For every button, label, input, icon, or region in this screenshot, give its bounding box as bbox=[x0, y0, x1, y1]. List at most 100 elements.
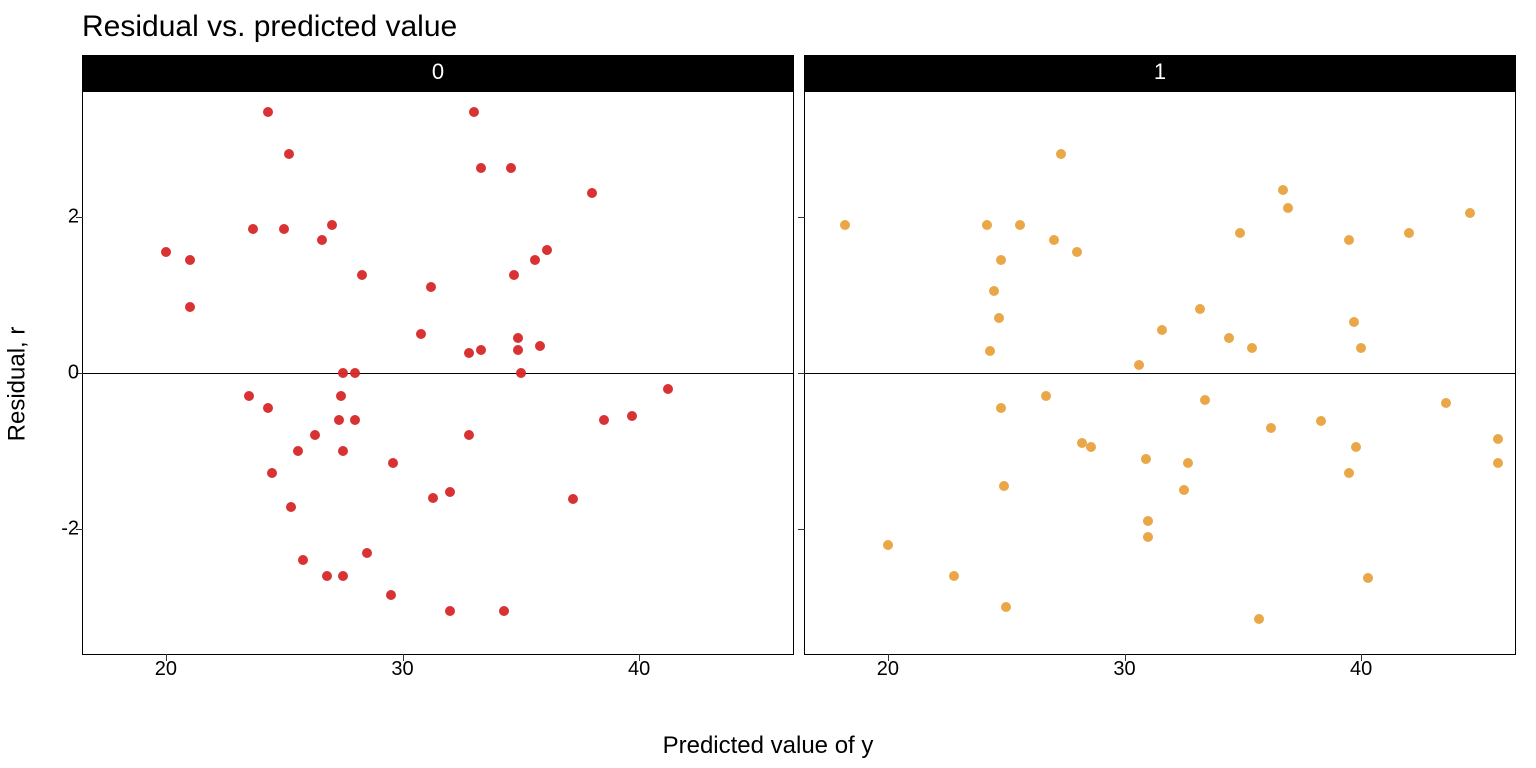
data-point bbox=[185, 302, 195, 312]
data-point bbox=[464, 430, 474, 440]
x-tick-label: 40 bbox=[1350, 658, 1372, 681]
data-point bbox=[627, 411, 637, 421]
y-ticklabels: -2 0 2 bbox=[33, 92, 79, 654]
data-point bbox=[509, 270, 519, 280]
y-tick-label: 0 bbox=[33, 362, 79, 385]
data-point bbox=[1351, 442, 1361, 452]
facet-panel: 0203040-202 bbox=[82, 55, 794, 655]
data-point bbox=[248, 224, 258, 234]
data-point bbox=[1183, 458, 1193, 468]
data-point bbox=[350, 368, 360, 378]
y-tick-label: -2 bbox=[33, 518, 79, 541]
data-point bbox=[985, 346, 995, 356]
data-point bbox=[284, 149, 294, 159]
data-point bbox=[279, 224, 289, 234]
data-point bbox=[513, 333, 523, 343]
data-point bbox=[535, 341, 545, 351]
data-point bbox=[322, 571, 332, 581]
data-point bbox=[161, 247, 171, 257]
data-point bbox=[1056, 149, 1066, 159]
data-point bbox=[317, 235, 327, 245]
x-tick-label: 20 bbox=[877, 658, 899, 681]
y-tick-label: 2 bbox=[33, 205, 79, 228]
data-point bbox=[1134, 360, 1144, 370]
plot-area: 203040 bbox=[804, 91, 1516, 655]
data-point bbox=[1015, 220, 1025, 230]
data-point bbox=[293, 446, 303, 456]
data-point bbox=[469, 107, 479, 117]
data-point bbox=[1072, 247, 1082, 257]
data-point bbox=[426, 282, 436, 292]
data-point bbox=[1493, 434, 1503, 444]
data-point bbox=[336, 391, 346, 401]
data-point bbox=[1224, 333, 1234, 343]
data-point bbox=[1254, 614, 1264, 624]
data-point bbox=[1179, 485, 1189, 495]
facet-row: 0203040-2021203040 bbox=[82, 55, 1516, 655]
data-point bbox=[840, 220, 850, 230]
x-axis-label: Predicted value of y bbox=[0, 732, 1536, 760]
data-point bbox=[530, 255, 540, 265]
x-tick-label: 30 bbox=[391, 658, 413, 681]
data-point bbox=[350, 415, 360, 425]
data-point bbox=[1278, 185, 1288, 195]
data-point bbox=[1363, 573, 1373, 583]
data-point bbox=[362, 548, 372, 558]
data-point bbox=[1283, 203, 1293, 213]
data-point bbox=[516, 368, 526, 378]
data-point bbox=[338, 368, 348, 378]
data-point bbox=[1143, 532, 1153, 542]
data-point bbox=[1141, 454, 1151, 464]
data-point bbox=[445, 606, 455, 616]
data-point bbox=[1465, 208, 1475, 218]
data-point bbox=[428, 493, 438, 503]
data-point bbox=[1344, 468, 1354, 478]
data-point bbox=[663, 384, 673, 394]
facet-panel: 1203040 bbox=[804, 55, 1516, 655]
x-ticklabels: 203040 bbox=[83, 658, 793, 688]
data-point bbox=[996, 403, 1006, 413]
data-point bbox=[388, 458, 398, 468]
data-point bbox=[476, 163, 486, 173]
data-point bbox=[1195, 304, 1205, 314]
data-point bbox=[386, 590, 396, 600]
data-point bbox=[883, 540, 893, 550]
facet-strip-label: 1 bbox=[804, 55, 1516, 91]
data-point bbox=[1247, 343, 1257, 353]
data-point bbox=[263, 107, 273, 117]
data-point bbox=[1235, 228, 1245, 238]
reference-line bbox=[83, 373, 793, 374]
data-point bbox=[989, 286, 999, 296]
data-point bbox=[1404, 228, 1414, 238]
data-point bbox=[445, 487, 455, 497]
data-point bbox=[1316, 416, 1326, 426]
data-point bbox=[949, 571, 959, 581]
data-point bbox=[994, 313, 1004, 323]
data-point bbox=[1143, 516, 1153, 526]
data-point bbox=[244, 391, 254, 401]
chart: Residual vs. predicted value Residual, r… bbox=[0, 0, 1536, 768]
data-point bbox=[1356, 343, 1366, 353]
facet-strip-label: 0 bbox=[82, 55, 794, 91]
x-ticklabels: 203040 bbox=[805, 658, 1515, 688]
data-point bbox=[310, 430, 320, 440]
data-point bbox=[542, 245, 552, 255]
data-point bbox=[338, 571, 348, 581]
data-point bbox=[263, 403, 273, 413]
data-point bbox=[338, 446, 348, 456]
x-tick-label: 20 bbox=[155, 658, 177, 681]
data-point bbox=[416, 329, 426, 339]
data-point bbox=[1001, 602, 1011, 612]
data-point bbox=[1349, 317, 1359, 327]
data-point bbox=[1441, 398, 1451, 408]
data-point bbox=[1041, 391, 1051, 401]
data-point bbox=[599, 415, 609, 425]
data-point bbox=[286, 502, 296, 512]
data-point bbox=[499, 606, 509, 616]
data-point bbox=[982, 220, 992, 230]
data-point bbox=[1200, 395, 1210, 405]
data-point bbox=[587, 188, 597, 198]
data-point bbox=[334, 415, 344, 425]
data-point bbox=[327, 220, 337, 230]
data-point bbox=[513, 345, 523, 355]
